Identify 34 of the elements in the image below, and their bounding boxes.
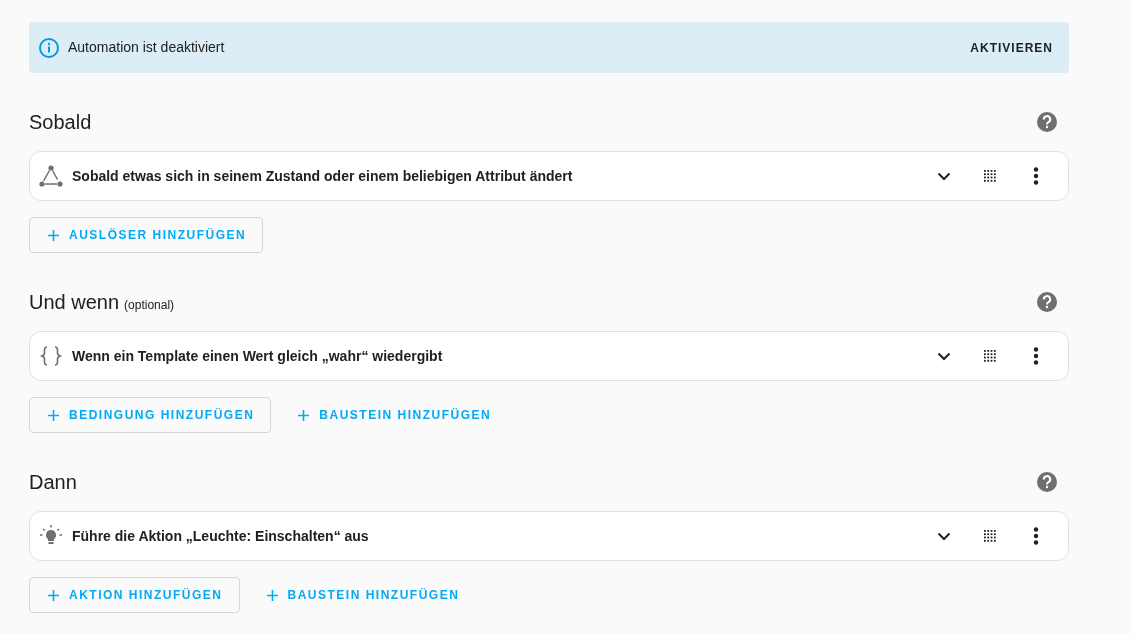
section-title: Dann [29,470,77,495]
drag-handle-icon [984,170,996,182]
plus-icon [48,589,59,601]
alert-message: Automation ist deaktiviert [68,38,226,57]
more-vertical-icon [1033,167,1039,185]
add-button[interactable]: BEDINGUNG HINZUFÜGEN [29,397,272,433]
add-block-button[interactable]: BAUSTEIN HINZUFÜGEN [279,397,509,433]
code-braces-icon [40,345,62,367]
graph-icon [39,165,63,187]
automation-row[interactable]: Wenn ein Template einen Wert gleich „wahr“ wiedergibt [29,331,1069,381]
row-label: Führe die Aktion „Leuchte: Einschalten“ aus [72,526,370,546]
chevron-down-icon [937,171,951,181]
row-label: Wenn ein Template einen Wert gleich „wahr“ wiedergibt [72,346,444,366]
add-button[interactable]: AUSLÖSER HINZUFÜGEN [29,217,264,253]
section-title: Und wenn [29,290,120,315]
optional-note: (optional) [124,297,175,314]
add-block-button[interactable]: BAUSTEIN HINZUFÜGEN [247,577,477,613]
more-vertical-icon [1033,527,1039,545]
row-label: Sobald etwas sich in seinem Zustand oder einem beliebigen Attribut ändert [72,166,574,186]
plus-icon [48,409,59,421]
section-title: Sobald [29,110,92,135]
plus-icon [266,589,278,601]
drag-handle-icon [984,530,996,542]
drag-handle-icon [984,350,996,362]
activate-button[interactable]: AKTIVIEREN [970,32,1053,63]
plus-icon [298,409,310,421]
automation-row[interactable]: Führe die Aktion „Leuchte: Einschalten“ aus [29,511,1069,561]
more-vertical-icon [1033,347,1039,365]
chevron-down-icon [937,351,951,361]
automation-row[interactable]: Sobald etwas sich in seinem Zustand oder einem beliebigen Attribut ändert [29,151,1069,201]
add-button[interactable]: AKTION HINZUFÜGEN [29,577,240,613]
info-icon [38,36,60,59]
plus-icon [48,229,59,241]
chevron-down-icon [937,531,951,541]
